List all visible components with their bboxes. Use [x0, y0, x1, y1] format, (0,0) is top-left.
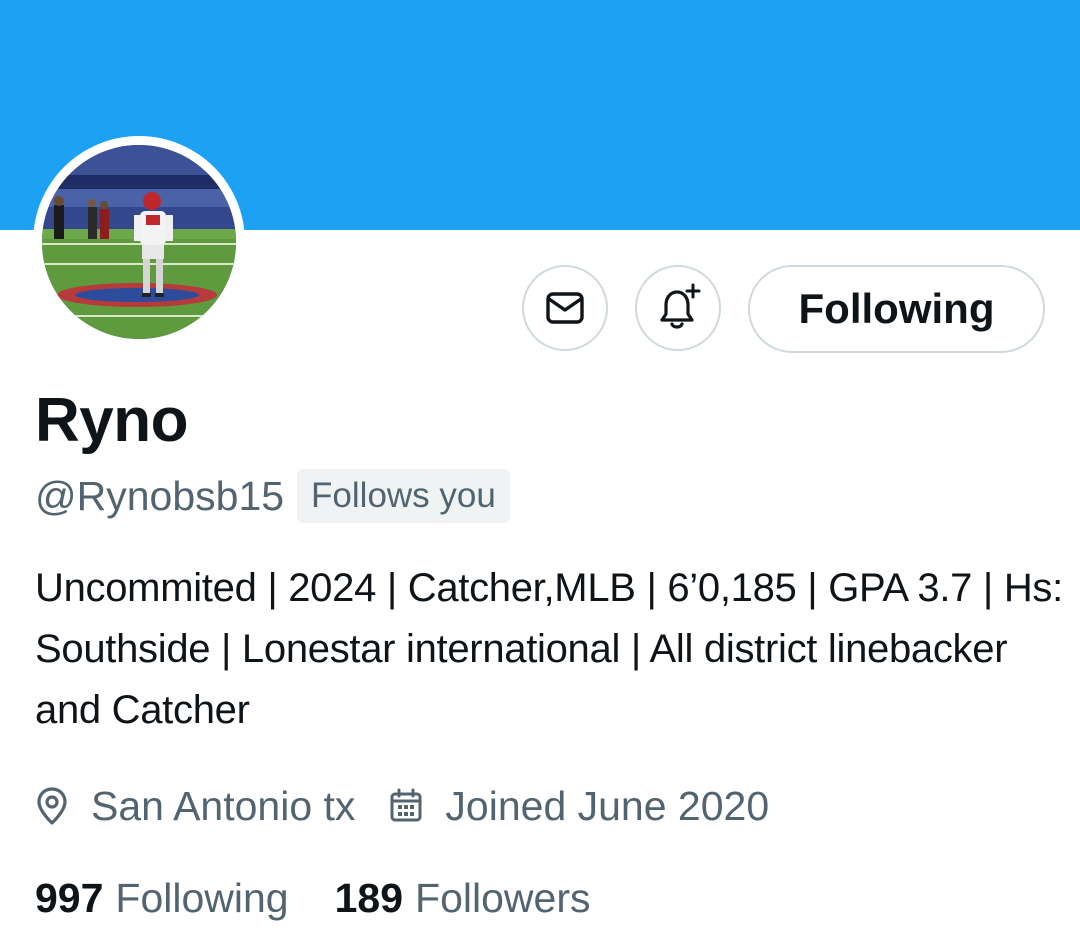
notifications-button[interactable] [635, 265, 721, 351]
location-item: San Antonio tx [35, 783, 355, 830]
following-count: 997 [35, 874, 104, 921]
following-label: Following [115, 874, 289, 921]
following-button[interactable]: Following [748, 265, 1045, 353]
profile-bio: Uncommited | 2024 | Catcher,MLB | 6’0,18… [35, 566, 1063, 732]
avatar[interactable] [33, 136, 245, 348]
following-stat-link[interactable]: 997 Following [35, 875, 289, 922]
bell-plus-icon [660, 283, 701, 329]
profile-page: Following Ryno @Rynobsb15 Follows you Un… [0, 0, 1080, 952]
follows-you-badge: Follows you [297, 469, 510, 523]
location-pin-icon [35, 786, 69, 826]
follow-stats: 997 Following 189 Followers [35, 866, 590, 930]
joined-text: Joined June 2020 [445, 782, 770, 829]
envelope-icon [546, 292, 584, 324]
avatar-photo [42, 145, 236, 339]
joined-item: Joined June 2020 [389, 783, 769, 830]
followers-stat-link[interactable]: 189 Followers [335, 875, 591, 922]
followers-count: 189 [334, 874, 404, 921]
user-handle: @Rynobsb15 [35, 472, 285, 519]
location-text: San Antonio tx [91, 782, 356, 829]
followers-label: Followers [415, 874, 591, 921]
message-button[interactable] [522, 265, 608, 351]
display-name: Ryno [35, 386, 189, 455]
handle-row: @Rynobsb15 Follows you [35, 468, 510, 524]
calendar-icon [389, 788, 423, 824]
profile-meta: San Antonio tx Joined June 2020 [35, 776, 769, 836]
